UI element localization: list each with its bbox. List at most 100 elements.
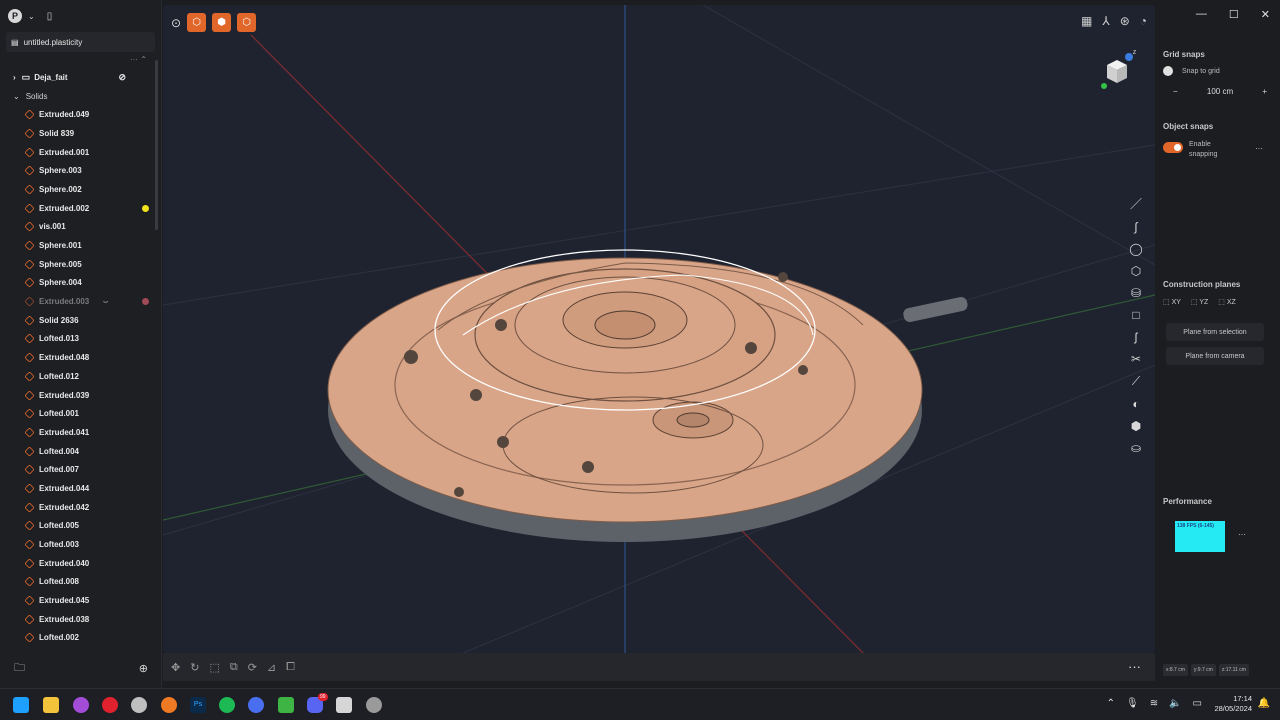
minimize-icon[interactable]: — (1196, 8, 1207, 30)
close-icon[interactable]: ✕ (1261, 8, 1270, 30)
enable-snapping-toggle[interactable] (1163, 142, 1183, 153)
more-icon[interactable]: ··· (1238, 530, 1246, 539)
line-icon[interactable]: ／ (1130, 195, 1142, 212)
android-icon[interactable] (278, 697, 294, 713)
outliner-item[interactable]: Lofted.001 (0, 404, 158, 423)
select-vertex-button[interactable]: ⬡ (187, 13, 207, 32)
enable-snapping-row[interactable]: Enable snapping ··· (1163, 140, 1263, 160)
wifi-icon[interactable]: ≋ (1150, 698, 1158, 709)
outliner-item[interactable]: Sphere.005 (0, 255, 158, 274)
app-icon[interactable] (73, 697, 89, 713)
plane-from-selection-button[interactable]: Plane from selection (1166, 323, 1264, 341)
outliner-item[interactable]: Extruded.042 (0, 498, 158, 517)
scale-icon[interactable]: ⬚ (209, 661, 219, 674)
grid-icon[interactable]: ▦ (1081, 14, 1092, 28)
color-marker[interactable] (142, 204, 149, 212)
outliner-item[interactable]: Lofted.004 (0, 442, 158, 461)
more-icon[interactable]: ··· (1128, 659, 1141, 674)
outliner-item[interactable]: Extruded.040 (0, 554, 158, 573)
outliner-item[interactable]: Lofted.008 (0, 573, 158, 592)
solid-cylinder-icon[interactable]: ⛀ (1131, 441, 1141, 455)
cut-icon[interactable]: ✂ (1131, 352, 1141, 366)
cylinder-icon[interactable]: ⛁ (1131, 286, 1141, 300)
outliner-item[interactable]: Solid 839 (0, 124, 158, 143)
axes-icon[interactable]: ⅄ (1102, 14, 1109, 28)
outliner-item[interactable]: Extruded.038 (0, 610, 158, 629)
microphone-icon[interactable]: 🎙 (1126, 698, 1139, 709)
outliner-item[interactable]: Sphere.001 (0, 236, 158, 255)
panel-controls[interactable]: ··· ⌃ (130, 55, 147, 64)
plasticity-logo-icon[interactable]: P (8, 9, 22, 23)
rotate-icon[interactable]: ↻ (190, 661, 199, 674)
watch-movement-model[interactable] (327, 249, 969, 542)
curve-icon[interactable]: ∫ (1134, 220, 1137, 234)
zoom-icon[interactable]: ⊕ (139, 662, 148, 675)
maximize-icon[interactable]: ☐ (1229, 8, 1239, 30)
xray-icon[interactable]: ⊛ (1120, 14, 1130, 28)
app-icon[interactable] (366, 697, 382, 713)
outliner-item[interactable]: Extruded.003 ⌣ (0, 292, 158, 311)
browser-icon[interactable] (248, 697, 264, 713)
outliner-item[interactable]: Sphere.002 (0, 180, 158, 199)
move-icon[interactable]: ✥ (171, 661, 180, 674)
outliner-item[interactable]: Lofted.012 (0, 367, 158, 386)
chevron-right-icon[interactable]: › (13, 73, 16, 82)
file-tab[interactable]: ▤ untitled.plasticity (6, 32, 155, 52)
copy-icon[interactable]: ⧠ (286, 661, 295, 674)
battery-icon[interactable]: ▭ (1193, 698, 1202, 709)
rectangle-icon[interactable]: □ (1132, 308, 1139, 322)
outliner-item[interactable]: Sphere.004 (0, 274, 158, 293)
select-edge-button[interactable]: ⬢ (212, 13, 232, 32)
photoshop-icon[interactable]: Ps (190, 697, 206, 713)
outliner-group[interactable]: › ▭ Deja_fait ⊘ (0, 68, 158, 87)
polygon-icon[interactable]: ⬡ (1131, 264, 1141, 278)
increment-button[interactable]: + (1262, 87, 1267, 96)
outliner-item[interactable]: Lofted.013 (0, 330, 158, 349)
outliner-item[interactable]: Extruded.002 (0, 199, 158, 218)
outliner-item[interactable]: Extruded.039 (0, 386, 158, 405)
chevron-down-icon[interactable]: ⌄ (28, 12, 35, 21)
blender-icon[interactable] (161, 697, 177, 713)
folder-open-icon[interactable]: 🗀 (14, 659, 25, 678)
decrement-button[interactable]: − (1173, 87, 1178, 96)
offset-icon[interactable]: ⟳ (248, 661, 257, 674)
circle-icon[interactable]: ◯ (1129, 242, 1142, 256)
snap-to-grid-row[interactable]: Snap to grid (1163, 66, 1220, 76)
3d-viewport[interactable]: ⊙ ⬡ ⬢ ⬡ ▦ ⅄ ⊛ ◔ Z ／ ∫ ◯ ⬡ ⛁ □ ʃ ✂ ⟋ ◐ ⬢ … (163, 5, 1155, 653)
fillet-icon[interactable]: ⟋ (1132, 374, 1140, 389)
outliner-item[interactable]: Solid 2636 (0, 311, 158, 330)
outliner-item[interactable]: Extruded.049 (0, 105, 158, 124)
outliner-item[interactable]: Extruded.041 (0, 423, 158, 442)
plasticity-taskbar-icon[interactable] (336, 697, 352, 713)
target-icon[interactable]: ⊙ (171, 16, 181, 30)
davinci-icon[interactable] (131, 697, 147, 713)
eye-off-icon[interactable]: ⊘ (118, 72, 126, 83)
duplicate-icon[interactable]: ⧉ (230, 661, 238, 674)
hidden-eye-icon[interactable]: ⌣ (103, 297, 108, 307)
outliner-item[interactable]: Extruded.044 (0, 479, 158, 498)
outliner-section[interactable]: ⌄ Solids (0, 87, 158, 106)
render-mode-icon[interactable]: ◔ (1140, 14, 1147, 28)
plane-xz-button[interactable]: ⬚ XZ (1218, 298, 1236, 306)
volume-icon[interactable]: 🔈 (1169, 698, 1181, 709)
chevron-up-icon[interactable]: ⌃ (1107, 698, 1115, 709)
outliner-item[interactable]: Lofted.007 (0, 460, 158, 479)
plane-yz-button[interactable]: ⬚ YZ (1191, 298, 1208, 306)
outliner-item[interactable]: Lofted.002 (0, 629, 158, 648)
outliner-item[interactable]: Lofted.005 (0, 517, 158, 536)
spotify-icon[interactable] (219, 697, 235, 713)
sidebar-toggle-icon[interactable]: ▯ (47, 11, 53, 22)
snap-to-grid-radio[interactable] (1163, 66, 1173, 76)
outliner-item[interactable]: Lofted.003 (0, 535, 158, 554)
grid-size-value[interactable]: 100 cm (1207, 87, 1233, 96)
grid-size-stepper[interactable]: − 100 cm + (1163, 87, 1273, 96)
mirror-icon[interactable]: ⊿ (267, 661, 276, 674)
plane-xy-button[interactable]: ⬚ XY (1163, 298, 1181, 306)
outliner-item[interactable]: vis.001 (0, 218, 158, 237)
chevron-down-icon[interactable]: ⌄ (13, 92, 20, 101)
plane-from-camera-button[interactable]: Plane from camera (1166, 347, 1264, 365)
outliner-item[interactable]: Extruded.045 (0, 591, 158, 610)
notification-icon[interactable]: 🔔 (1258, 698, 1270, 709)
outliner-item[interactable]: Sphere.003 (0, 161, 158, 180)
select-face-button[interactable]: ⬡ (237, 13, 257, 32)
